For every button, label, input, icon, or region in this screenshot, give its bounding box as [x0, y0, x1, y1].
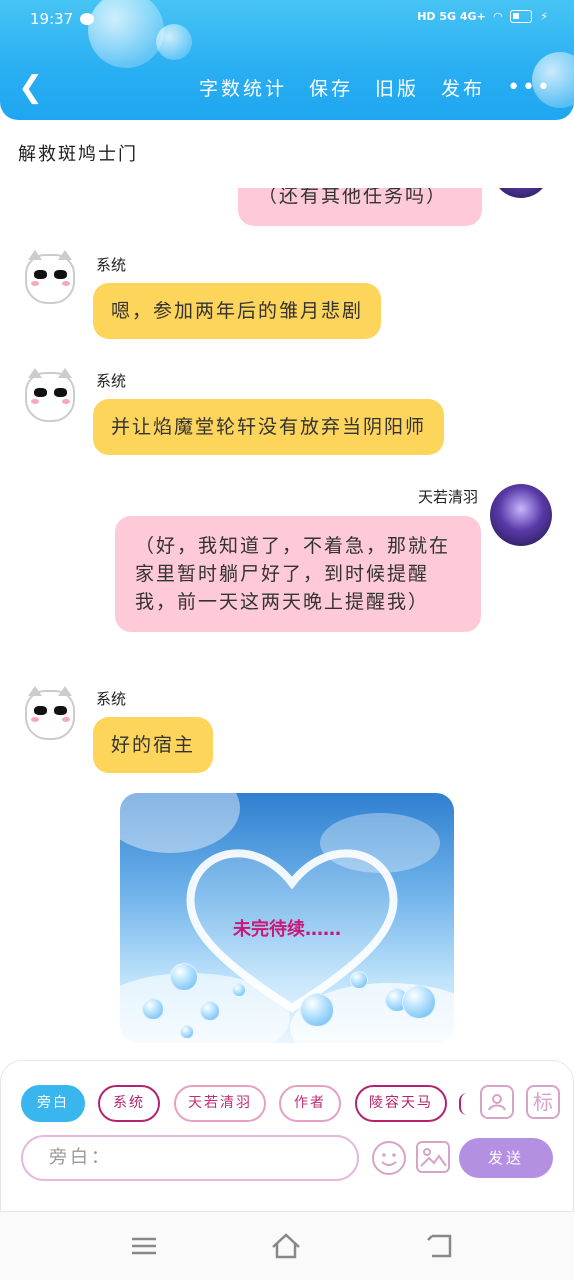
wifi-icon: ◠ — [493, 10, 503, 23]
message-text: 嗯，参加两年后的雏月悲剧 — [111, 300, 364, 322]
system-avatar[interactable] — [22, 250, 80, 308]
status-icons: HD 5G 4G+ ◠ ⚡ — [417, 10, 548, 23]
home-icon[interactable] — [270, 1230, 302, 1262]
network-indicator: HD 5G 4G+ — [417, 10, 486, 23]
system-navigation-bar — [0, 1212, 574, 1280]
message-text: （还有其他任务吗） — [258, 188, 448, 207]
label-icon[interactable]: 标 — [526, 1085, 560, 1119]
bubble-decoration — [88, 0, 164, 68]
sender-name: 系统 — [96, 372, 127, 390]
header-actions: 字数统计 保存 旧版 发布 ••• — [199, 74, 552, 101]
chat-editor-page: 19:37 HD 5G 4G+ ◠ ⚡ ❮ 字数统计 保存 旧版 发布 ••• … — [0, 0, 574, 1280]
role-chip-user[interactable]: 天若清羽 — [174, 1085, 266, 1122]
emoji-icon[interactable] — [372, 1141, 406, 1175]
role-chip-author[interactable]: 作者 — [279, 1085, 341, 1122]
user-avatar[interactable] — [492, 188, 550, 198]
message-notification-icon — [80, 13, 94, 25]
image-picker-icon[interactable] — [416, 1141, 450, 1173]
bubble-orb — [402, 985, 436, 1019]
message-bubble[interactable]: （好，我知道了，不着急，那就在家里暂时躺尸好了，到时候提醒我，前一天这两天晚上提… — [115, 516, 481, 632]
menu-icon[interactable] — [128, 1230, 160, 1262]
sender-name: 系统 — [96, 256, 127, 274]
old-version-button[interactable]: 旧版 — [375, 74, 419, 101]
bubble-orb — [180, 1025, 194, 1039]
charging-icon: ⚡ — [540, 10, 548, 23]
story-title[interactable]: 解救斑鸠士门 — [18, 140, 138, 166]
back-nav-icon[interactable] — [424, 1230, 456, 1262]
word-count-button[interactable]: 字数统计 — [199, 74, 287, 101]
message-text: 好的宿主 — [111, 734, 196, 756]
bubble-orb — [170, 963, 198, 991]
system-avatar[interactable] — [22, 368, 80, 426]
bubble-orb — [200, 1001, 220, 1021]
back-button[interactable]: ❮ — [18, 70, 46, 106]
composer-panel: 旁白 系统 天若清羽 作者 陵容天马 标 旁白： 发送 — [0, 1060, 574, 1212]
top-header: 19:37 HD 5G 4G+ ◠ ⚡ ❮ 字数统计 保存 旧版 发布 ••• — [0, 0, 574, 120]
publish-button[interactable]: 发布 — [441, 74, 485, 101]
image-caption: 未完待续…… — [233, 919, 341, 940]
bubble-orb — [300, 993, 334, 1027]
role-chip-system[interactable]: 系统 — [98, 1085, 160, 1122]
message-input[interactable]: 旁白： — [21, 1135, 359, 1181]
system-avatar[interactable] — [22, 686, 80, 744]
battery-icon — [510, 10, 533, 23]
chat-area[interactable]: （还有其他任务吗） 系统 嗯，参加两年后的雏月悲剧 系统 并让焰魔堂轮轩没有放弃… — [0, 188, 574, 1058]
bubble-orb — [350, 971, 368, 989]
bubble-orb — [232, 983, 246, 997]
message-text: 并让焰魔堂轮轩没有放弃当阴阳师 — [111, 416, 427, 438]
message-bubble[interactable]: 嗯，参加两年后的雏月悲剧 — [93, 283, 382, 339]
status-time: 19:37 — [30, 10, 74, 28]
message-bubble[interactable]: 好的宿主 — [93, 717, 214, 773]
message-bubble[interactable]: 并让焰魔堂轮轩没有放弃当阴阳师 — [93, 399, 445, 455]
sender-name: 天若清羽 — [417, 488, 478, 506]
more-menu-icon[interactable]: ••• — [507, 75, 552, 100]
bubble-orb — [142, 998, 164, 1020]
bubble-decoration — [156, 24, 192, 60]
more-chips-indicator — [459, 1093, 467, 1115]
user-card-icon[interactable] — [480, 1085, 514, 1119]
save-button[interactable]: 保存 — [309, 74, 353, 101]
role-chip-narration[interactable]: 旁白 — [21, 1085, 85, 1122]
image-message[interactable]: 未完待续…… — [120, 793, 454, 1043]
send-button[interactable]: 发送 — [459, 1138, 553, 1178]
role-chip-character[interactable]: 陵容天马 — [355, 1085, 447, 1122]
sender-name: 系统 — [96, 690, 127, 708]
message-text: （好，我知道了，不着急，那就在家里暂时躺尸好了，到时候提醒我，前一天这两天晚上提… — [135, 535, 451, 613]
user-avatar[interactable] — [490, 484, 552, 546]
message-bubble[interactable]: （还有其他任务吗） — [238, 188, 482, 226]
